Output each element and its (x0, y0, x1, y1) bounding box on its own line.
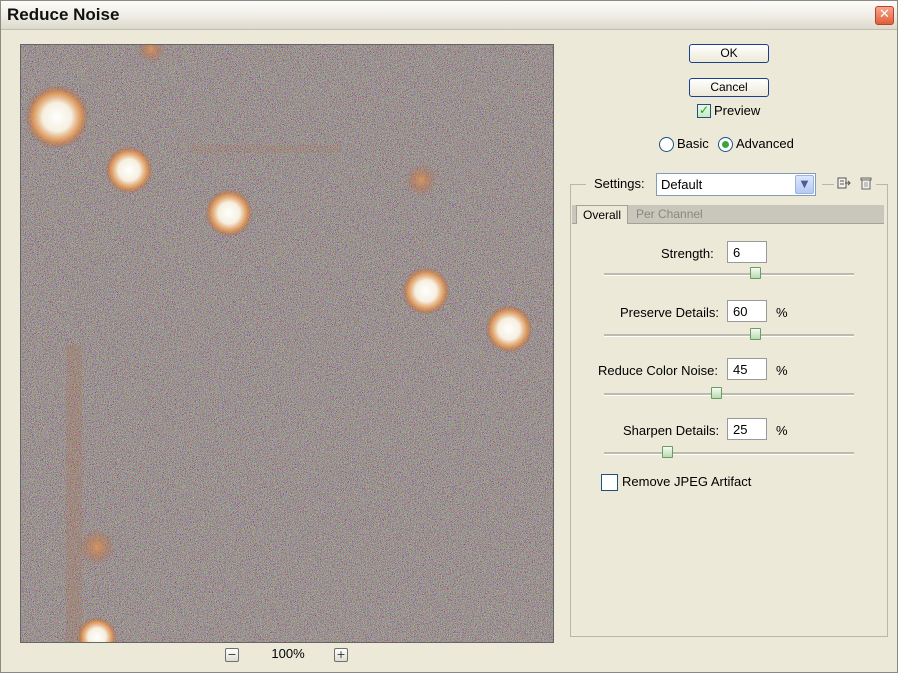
zoom-level: 100% (271, 646, 305, 661)
close-button[interactable]: ✕ (875, 6, 894, 25)
reduce-color-noise-input[interactable]: 45 (727, 358, 767, 380)
remove-jpeg-artifact-label: Remove JPEG Artifact (622, 474, 752, 489)
advanced-radio[interactable] (718, 137, 733, 152)
reduce-color-noise-label: Reduce Color Noise: (598, 363, 718, 378)
tab-per-channel[interactable]: Per Channel (630, 205, 723, 223)
chevron-down-icon[interactable]: ▼ (795, 175, 814, 194)
noise-preview-canvas (21, 45, 553, 642)
remove-jpeg-artifact-checkbox[interactable] (601, 474, 618, 491)
sharpen-details-slider-thumb[interactable] (662, 446, 673, 458)
preview-label: Preview (714, 103, 761, 118)
settings-dropdown[interactable]: Default ▼ (656, 173, 816, 196)
preserve-details-input[interactable]: 60 (727, 300, 767, 322)
preserve-details-label: Preserve Details: (620, 305, 719, 320)
advanced-label: Advanced (736, 136, 794, 151)
save-settings-icon[interactable] (837, 176, 851, 190)
tab-overall[interactable]: Overall (576, 205, 629, 224)
tab-bar: Overall Per Channel (572, 205, 884, 224)
preview-image[interactable] (20, 44, 554, 643)
zoom-in-button[interactable]: + (334, 648, 348, 662)
close-icon: ✕ (879, 7, 890, 22)
cancel-button[interactable]: Cancel (689, 78, 769, 97)
zoom-out-button[interactable]: − (225, 648, 239, 662)
reduce-color-noise-unit: % (776, 363, 788, 378)
title-bar: Reduce Noise ✕ (1, 1, 897, 30)
preserve-details-slider[interactable] (604, 334, 854, 337)
dialog-title: Reduce Noise (7, 5, 120, 24)
trash-icon[interactable] (859, 176, 873, 190)
reduce-color-noise-slider-thumb[interactable] (711, 387, 722, 399)
strength-label: Strength: (661, 246, 714, 261)
ok-button[interactable]: OK (689, 44, 769, 63)
zoom-in-icon: + (336, 648, 346, 661)
sharpen-details-slider[interactable] (604, 452, 854, 455)
reduce-color-noise-slider[interactable] (604, 393, 854, 396)
sharpen-details-label: Sharpen Details: (623, 423, 720, 438)
strength-slider[interactable] (604, 273, 854, 276)
checkmark-icon: ✓ (698, 103, 710, 117)
settings-label: Settings: (594, 176, 645, 191)
settings-selected-value: Default (661, 177, 703, 192)
sharpen-details-unit: % (776, 423, 788, 438)
preserve-details-slider-thumb[interactable] (750, 328, 761, 340)
preview-checkbox[interactable]: ✓ (697, 104, 711, 118)
strength-input[interactable]: 6 (727, 241, 767, 263)
basic-radio[interactable] (659, 137, 674, 152)
preserve-details-unit: % (776, 305, 788, 320)
strength-slider-thumb[interactable] (750, 267, 761, 279)
basic-label: Basic (677, 136, 709, 151)
zoom-out-icon: − (227, 648, 237, 661)
sharpen-details-input[interactable]: 25 (727, 418, 767, 440)
